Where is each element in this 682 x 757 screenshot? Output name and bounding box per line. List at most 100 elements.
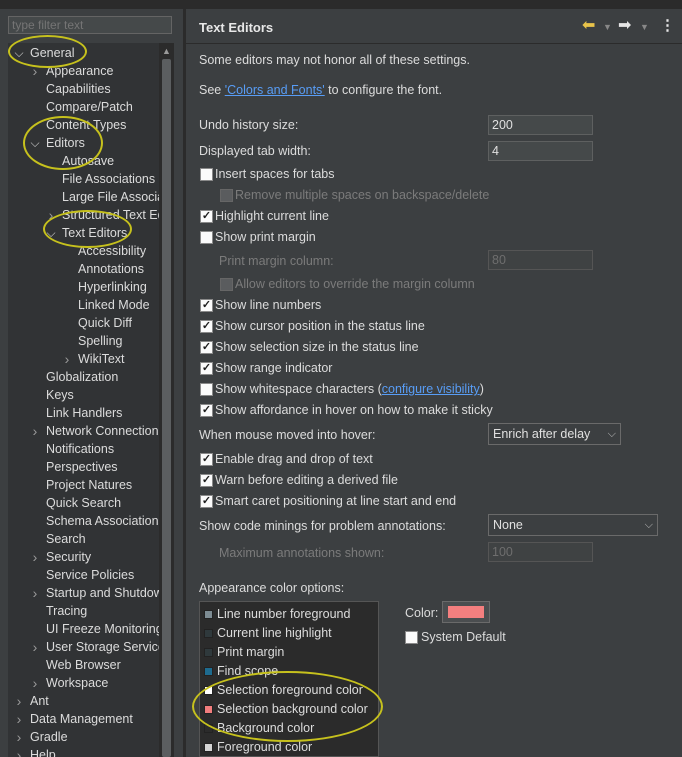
tree-item[interactable]: Content Types: [46, 116, 126, 134]
chevron-right-icon[interactable]: ›: [29, 422, 41, 440]
color-picker-button[interactable]: [442, 601, 490, 623]
system-default-label: System Default: [421, 630, 506, 644]
code-minings-select[interactable]: None ⌵: [488, 514, 658, 536]
chevron-right-icon[interactable]: ›: [13, 692, 25, 710]
highlight-line-checkbox[interactable]: ✓: [200, 210, 213, 223]
tree-item[interactable]: Data Management: [30, 710, 133, 728]
tree-item[interactable]: Quick Search: [46, 494, 121, 512]
filter-input[interactable]: [8, 16, 172, 34]
tree-scrollbar[interactable]: ▲: [159, 43, 174, 757]
selection-size-checkbox[interactable]: ✓: [200, 341, 213, 354]
tree-item[interactable]: Security: [46, 548, 91, 566]
page-header: Text Editors ⬅ ▼ ➡ ▼ ⋮: [186, 9, 682, 44]
tree-item[interactable]: Compare/Patch: [46, 98, 133, 116]
tree-item[interactable]: File Associations: [62, 170, 155, 188]
tree-item[interactable]: Help: [30, 746, 56, 757]
tree-item[interactable]: Ant: [30, 692, 49, 710]
hover-mode-value: Enrich after delay: [493, 427, 591, 441]
chevron-right-icon[interactable]: ›: [29, 674, 41, 692]
tree-item[interactable]: Capabilities: [46, 80, 111, 98]
print-margin-checkbox[interactable]: [200, 231, 213, 244]
chevron-right-icon[interactable]: ›: [29, 62, 41, 80]
color-option-label: Find scope: [217, 664, 279, 678]
chevron-right-icon[interactable]: ›: [13, 710, 25, 728]
range-indicator-checkbox[interactable]: ✓: [200, 362, 213, 375]
forward-arrow-icon[interactable]: ➡: [618, 17, 631, 35]
tree-item[interactable]: Quick Diff: [78, 314, 132, 332]
tree-item[interactable]: Notifications: [46, 440, 114, 458]
tree-item[interactable]: Search: [46, 530, 86, 548]
tree-item[interactable]: General: [30, 44, 74, 62]
margin-column-field[interactable]: 80: [488, 250, 593, 270]
tree-item[interactable]: Startup and Shutdow: [46, 584, 159, 602]
tab-width-field[interactable]: 4: [488, 141, 593, 161]
tree-item[interactable]: Network Connection: [46, 422, 159, 440]
tree-item[interactable]: Annotations: [78, 260, 144, 278]
chevron-right-icon[interactable]: ›: [29, 584, 41, 602]
scrollbar-thumb[interactable]: [162, 59, 171, 757]
tree-item[interactable]: Perspectives: [46, 458, 118, 476]
tree-item[interactable]: Editors: [46, 134, 85, 152]
tree-item[interactable]: Gradle: [30, 728, 68, 746]
chevron-right-icon[interactable]: ›: [13, 728, 25, 746]
chevron-down-icon[interactable]: ⌵: [13, 44, 25, 62]
drag-drop-checkbox[interactable]: ✓: [200, 453, 213, 466]
tree-item[interactable]: Web Browser: [46, 656, 121, 674]
highlight-line-label: Highlight current line: [215, 209, 329, 223]
color-swatch-icon: [204, 743, 213, 752]
max-annotations-field[interactable]: 100: [488, 542, 593, 562]
chevron-right-icon[interactable]: ›: [29, 638, 41, 656]
back-dropdown-icon[interactable]: ▼: [603, 18, 612, 36]
smart-caret-checkbox[interactable]: ✓: [200, 495, 213, 508]
hover-mode-select[interactable]: Enrich after delay ⌵: [488, 423, 621, 445]
scroll-up-icon[interactable]: ▲: [159, 43, 174, 59]
chevron-right-icon[interactable]: ›: [29, 548, 41, 566]
insert-spaces-checkbox[interactable]: [200, 168, 213, 181]
tree-item[interactable]: Globalization: [46, 368, 118, 386]
tree-item[interactable]: Appearance: [46, 62, 113, 80]
insert-spaces-label: Insert spaces for tabs: [215, 167, 335, 181]
appearance-color-list[interactable]: Line number foreground Current line highl…: [199, 601, 379, 757]
tree-item[interactable]: User Storage Service: [46, 638, 159, 656]
tree-item[interactable]: Schema Associations: [46, 512, 159, 530]
margin-column-label: Print margin column:: [219, 254, 334, 268]
tree-item[interactable]: Tracing: [46, 602, 87, 620]
tree-item[interactable]: Linked Mode: [78, 296, 150, 314]
tree-item[interactable]: Large File Associa: [62, 188, 159, 206]
back-arrow-icon[interactable]: ⬅: [582, 17, 595, 35]
affordance-checkbox[interactable]: ✓: [200, 404, 213, 417]
tree-item[interactable]: Text Editors: [62, 224, 127, 242]
tree-item[interactable]: Hyperlinking: [78, 278, 147, 296]
range-indicator-label: Show range indicator: [215, 361, 333, 375]
tree-item[interactable]: Keys: [46, 386, 74, 404]
tree-item[interactable]: Structured Text Ed: [62, 206, 159, 224]
tree-item[interactable]: Project Natures: [46, 476, 132, 494]
cursor-position-checkbox[interactable]: ✓: [200, 320, 213, 333]
line-numbers-checkbox[interactable]: ✓: [200, 299, 213, 312]
allow-override-checkbox[interactable]: [220, 278, 233, 291]
chevron-down-icon[interactable]: ⌵: [29, 134, 41, 152]
see-suffix: to configure the font.: [324, 83, 443, 97]
remove-spaces-checkbox[interactable]: [220, 189, 233, 202]
tree-item[interactable]: UI Freeze Monitoring: [46, 620, 159, 638]
chevron-right-icon[interactable]: ›: [13, 746, 25, 757]
tree-item[interactable]: Autosave: [62, 152, 114, 170]
chevron-down-icon[interactable]: ⌵: [45, 224, 57, 242]
whitespace-checkbox[interactable]: [200, 383, 213, 396]
undo-history-field[interactable]: 200: [488, 115, 593, 135]
tree-item[interactable]: Service Policies: [46, 566, 134, 584]
forward-dropdown-icon[interactable]: ▼: [640, 18, 649, 36]
view-menu-icon[interactable]: ⋮: [660, 17, 675, 35]
chevron-right-icon[interactable]: ›: [45, 206, 57, 224]
warn-derived-checkbox[interactable]: ✓: [200, 474, 213, 487]
tree-item[interactable]: Spelling: [78, 332, 122, 350]
chevron-right-icon[interactable]: ›: [61, 350, 73, 368]
tree-item[interactable]: Link Handlers: [46, 404, 122, 422]
tree-item[interactable]: Accessibility: [78, 242, 146, 260]
configure-visibility-link[interactable]: configure visibility: [382, 382, 480, 396]
tree-item[interactable]: Workspace: [46, 674, 108, 692]
tree-item[interactable]: WikiText: [78, 350, 125, 368]
system-default-checkbox[interactable]: [405, 631, 418, 644]
whitespace-paren: ): [479, 382, 484, 396]
colors-and-fonts-link[interactable]: 'Colors and Fonts': [225, 83, 325, 97]
